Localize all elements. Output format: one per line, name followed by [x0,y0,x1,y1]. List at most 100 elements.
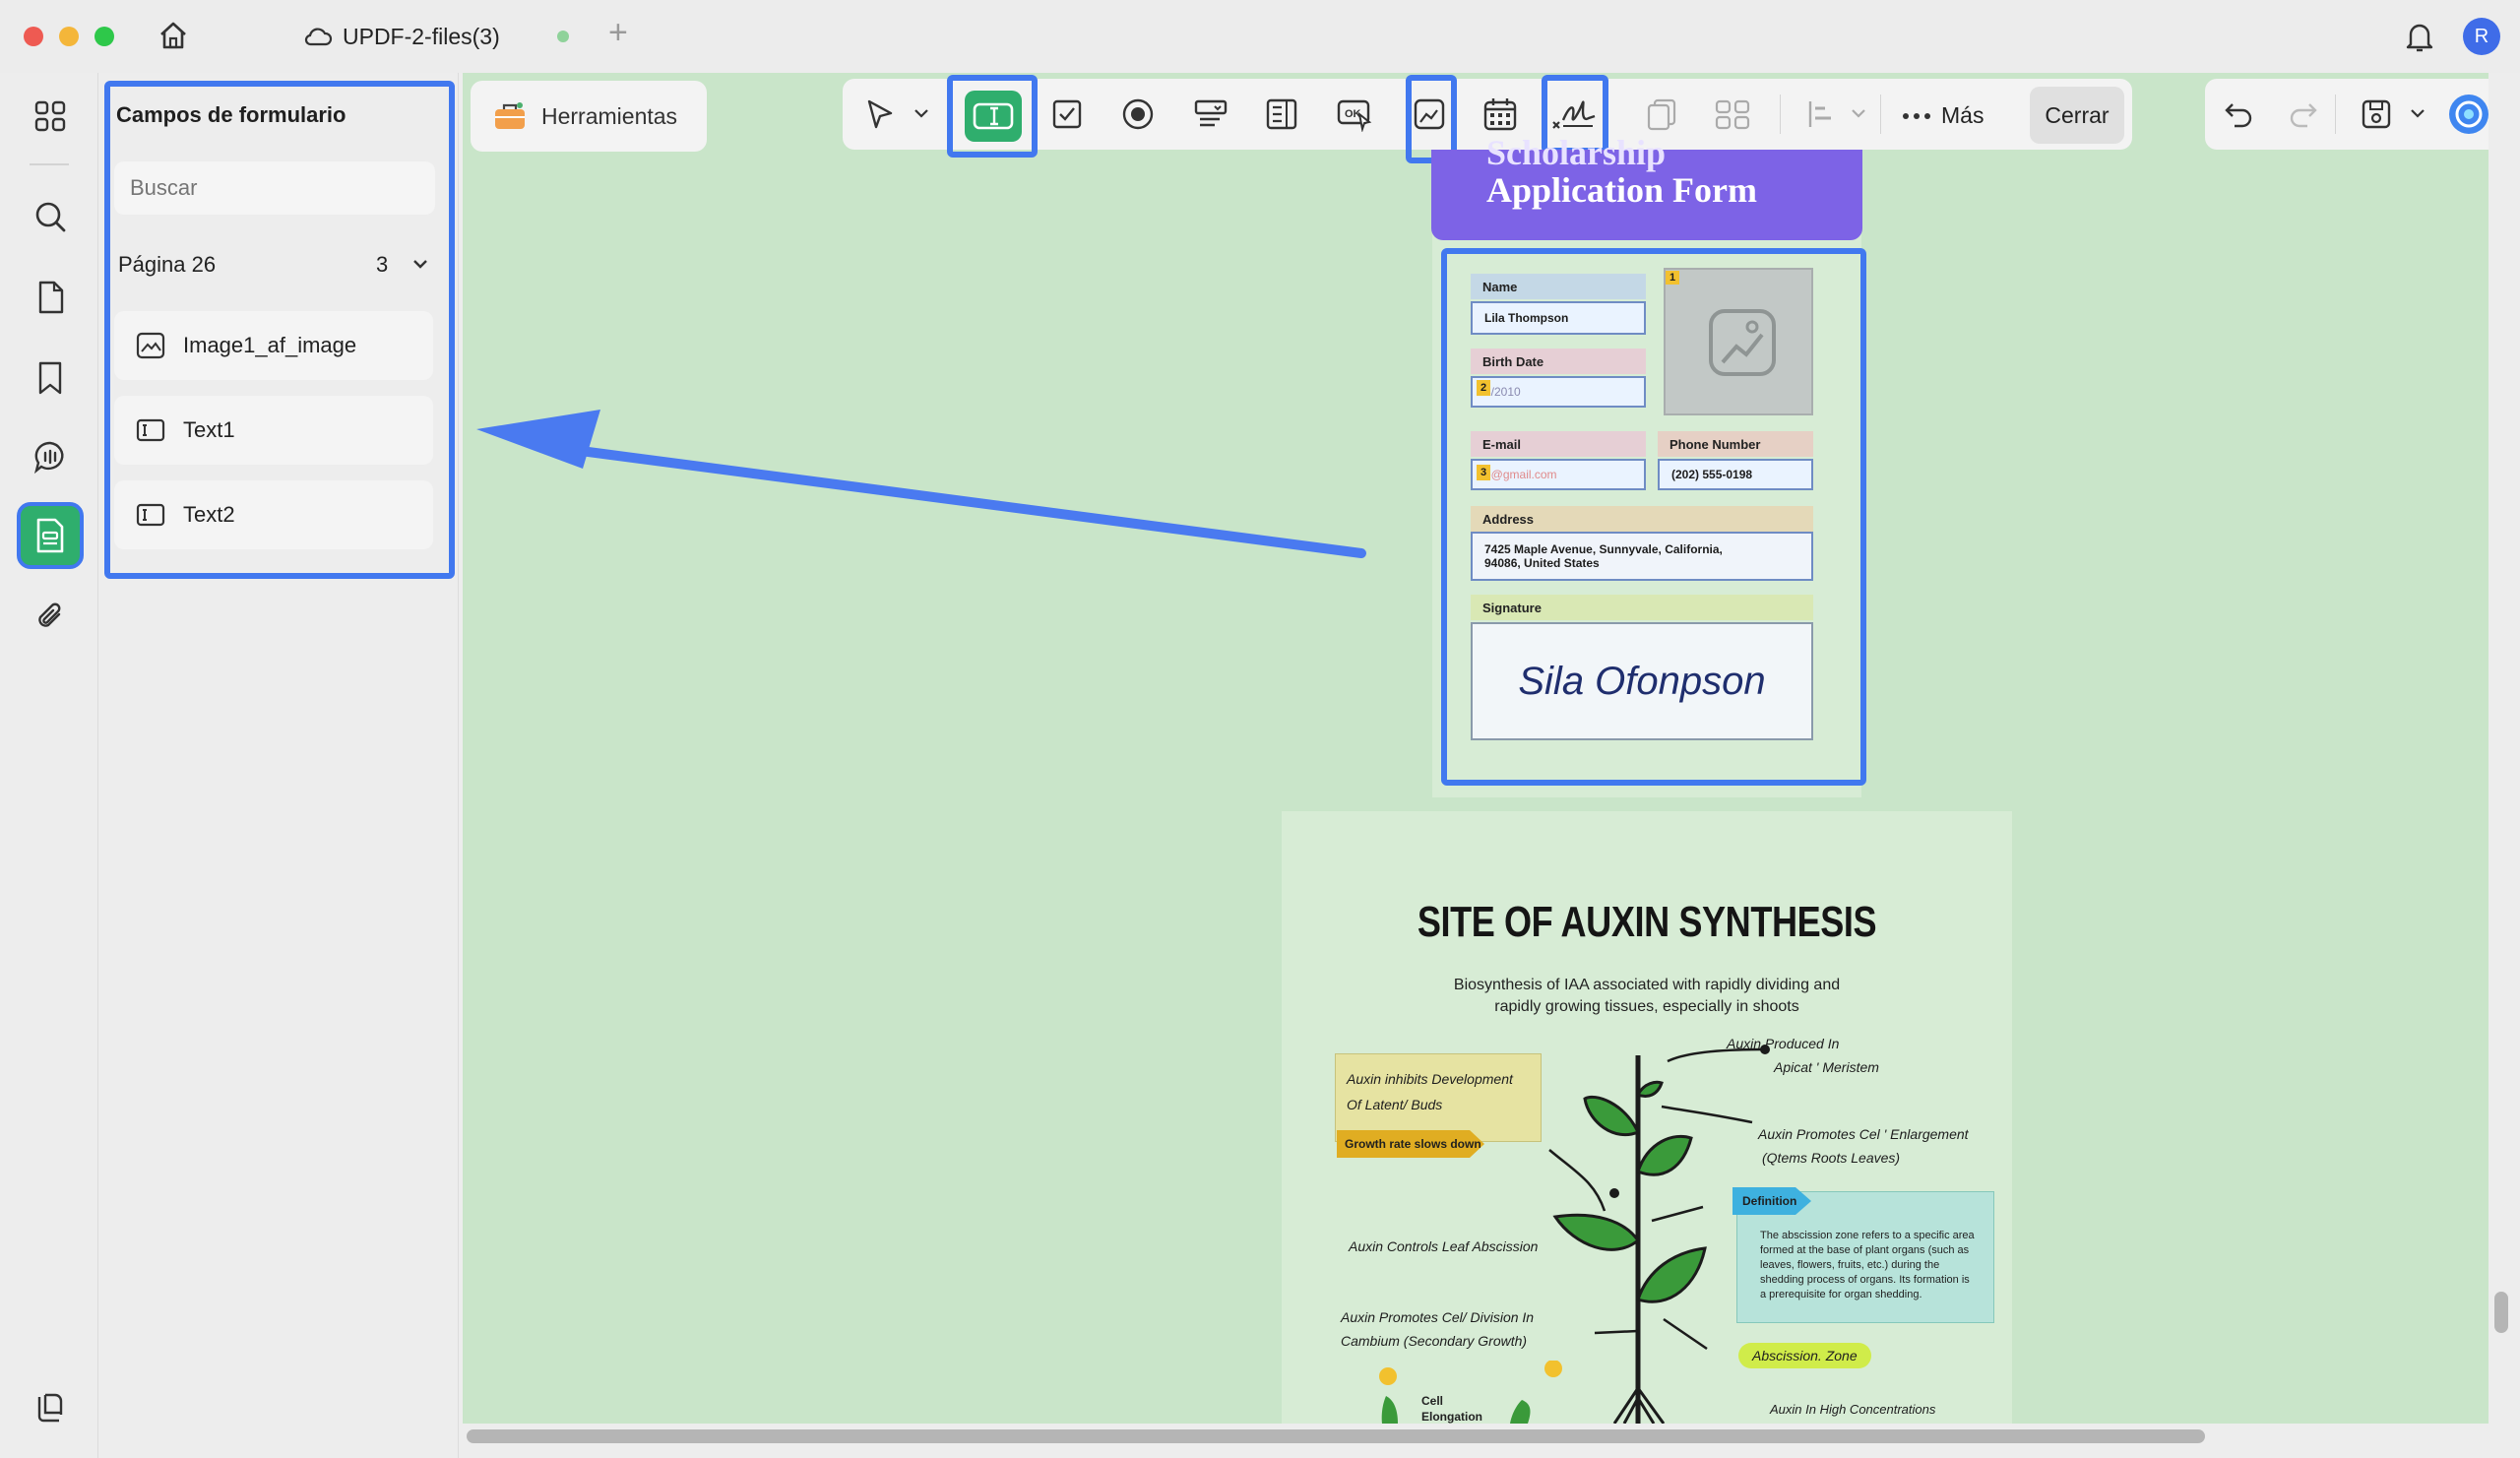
document-tab[interactable]: UPDF-2-files(3) [303,20,500,53]
field-item-image[interactable]: Image1_af_image [114,311,433,380]
birth-date-field[interactable]: 8/2010 [1471,376,1646,408]
field-item-label: Text1 [183,417,235,442]
chevron-down-icon[interactable] [2410,106,2426,125]
definition-line: formed at the base of plant organs (such… [1760,1244,1970,1256]
rail-divider [30,163,69,165]
field-item-text2[interactable]: Text2 [114,480,433,549]
select-cursor-icon[interactable] [856,91,904,138]
radio-button-tool-icon[interactable] [1114,91,1162,138]
tools-button[interactable]: Herramientas [471,81,707,152]
phone-label: Phone Number [1658,431,1813,457]
text-field-icon [136,503,165,527]
produced-line: Apicat ' Meristem [1774,1059,1879,1075]
vertical-scrollbar-thumb[interactable] [2494,1292,2508,1333]
undo-icon[interactable] [2215,91,2262,138]
pages-icon[interactable] [17,264,84,331]
search-input[interactable] [130,175,415,201]
address-line: 7425 Maple Avenue, Sunnyvale, California… [1484,542,1723,556]
tools-label: Herramientas [541,102,678,129]
zoom-window-button[interactable] [94,27,114,46]
poster-title: SITE OF AUXIN SYNTHESIS [1417,898,1877,946]
more-button[interactable]: Más [1902,102,1984,129]
vertical-scroll-track[interactable] [2488,73,2520,1458]
poster-subtitle-line: rapidly growing tissues, especially in s… [1494,998,1799,1015]
form-title: Application Form [1486,170,1757,210]
cell-division-line: Cambium (Secondary Growth) [1341,1333,1528,1349]
definition-line: a prerequisite for organ shedding. [1760,1289,1922,1300]
close-window-button[interactable] [24,27,43,46]
chevron-down-icon[interactable] [1851,106,1866,125]
definition-line: The abscission zone refers to a specific… [1760,1230,1975,1241]
growth-rate-tag: Growth rate slows down [1337,1130,1484,1158]
email-field[interactable]: e@gmail.com [1471,459,1646,490]
updf-logo-icon[interactable] [17,1374,84,1441]
phone-field[interactable]: (202) 555-0198 [1658,459,1813,490]
image-field-tool-icon[interactable] [1406,91,1453,138]
signature-field[interactable]: Sila Ofonpson [1471,622,1813,740]
attachment-icon[interactable] [17,583,84,650]
name-field[interactable]: Lila Thompson [1471,301,1646,335]
horizontal-scrollbar-thumb[interactable] [467,1429,2205,1443]
comments-icon[interactable] [17,423,84,490]
toolbox-icon [495,102,525,129]
signature-label: Signature [1471,595,1813,620]
photo-field[interactable] [1664,268,1813,415]
button-tool-icon[interactable]: OK [1331,91,1378,138]
toolbar-separator [1880,95,1881,134]
dropdown-tool-icon[interactable] [1187,91,1234,138]
search-icon[interactable] [17,183,84,250]
more-label: Más [1941,102,1984,128]
definition-line: shedding process of organs. Its formatio… [1760,1274,1970,1286]
definition-tag: Definition [1732,1187,1811,1215]
copy-icon[interactable] [1638,91,1685,138]
list-box-tool-icon[interactable] [1258,91,1305,138]
produced-line: Auxin Produced In [1727,1036,1840,1051]
address-field[interactable]: 7425 Maple Avenue, Sunnyvale, California… [1471,532,1813,581]
form-fields-icon[interactable] [17,502,84,569]
annotation-arrow [476,410,1366,558]
thumbnails-icon[interactable] [17,83,84,150]
close-form-mode-button[interactable]: Cerrar [2030,87,2124,144]
definition-line: leaves, flowers, fruits, etc.) during th… [1760,1259,1940,1271]
high-concentration-label: Auxin In High Concentrations [1770,1402,1936,1417]
field-order-badge: 1 [1666,271,1679,285]
more-dots-icon [1903,112,1930,119]
chevron-down-icon[interactable] [914,106,929,125]
save-icon[interactable] [2353,91,2400,138]
bookmark-icon[interactable] [17,345,84,412]
image-placeholder-icon [1709,309,1776,376]
chevron-down-icon[interactable] [411,256,429,277]
home-icon[interactable] [154,16,193,55]
toolbar-separator [2335,95,2336,134]
bell-icon[interactable] [2400,16,2439,57]
enlargement-line: (Qtems Roots Leaves) [1762,1150,1901,1166]
page-field-count: 3 [376,252,389,277]
ai-assistant-icon[interactable] [2445,91,2492,138]
image-field-icon [136,332,165,359]
cell-division-line: Auxin Promotes Cel/ Division In [1341,1309,1535,1325]
cloud-icon [304,28,333,46]
text-field-tool-icon[interactable] [965,91,1022,142]
signature-field-tool-icon[interactable] [1549,91,1597,138]
redo-icon[interactable] [2280,91,2327,138]
new-tab-button[interactable]: + [608,14,628,52]
inhibits-line: Auxin inhibits Development [1347,1071,1513,1087]
name-label: Name [1471,274,1646,299]
search-field[interactable] [114,161,435,215]
field-item-label: Image1_af_image [183,333,357,357]
field-item-text1[interactable]: Text1 [114,396,433,465]
birth-date-label: Birth Date [1471,349,1646,374]
text-field-icon [136,418,165,442]
minimize-window-button[interactable] [59,27,79,46]
grid-arrange-icon[interactable] [1709,91,1756,138]
align-left-icon[interactable] [1797,91,1845,138]
abscission-zone-tag: Abscission. Zone [1738,1343,1871,1368]
page-label: Página 26 [118,252,217,277]
sync-status-dot [557,31,569,42]
checkbox-tool-icon[interactable] [1043,91,1091,138]
calendar-icon[interactable] [1477,91,1524,138]
inhibits-line: Of Latent/ Buds [1347,1097,1443,1112]
email-label: E-mail [1471,431,1646,457]
avatar[interactable]: R [2463,18,2500,55]
definition-text: The abscission zone refers to a specific… [1760,1229,1986,1302]
